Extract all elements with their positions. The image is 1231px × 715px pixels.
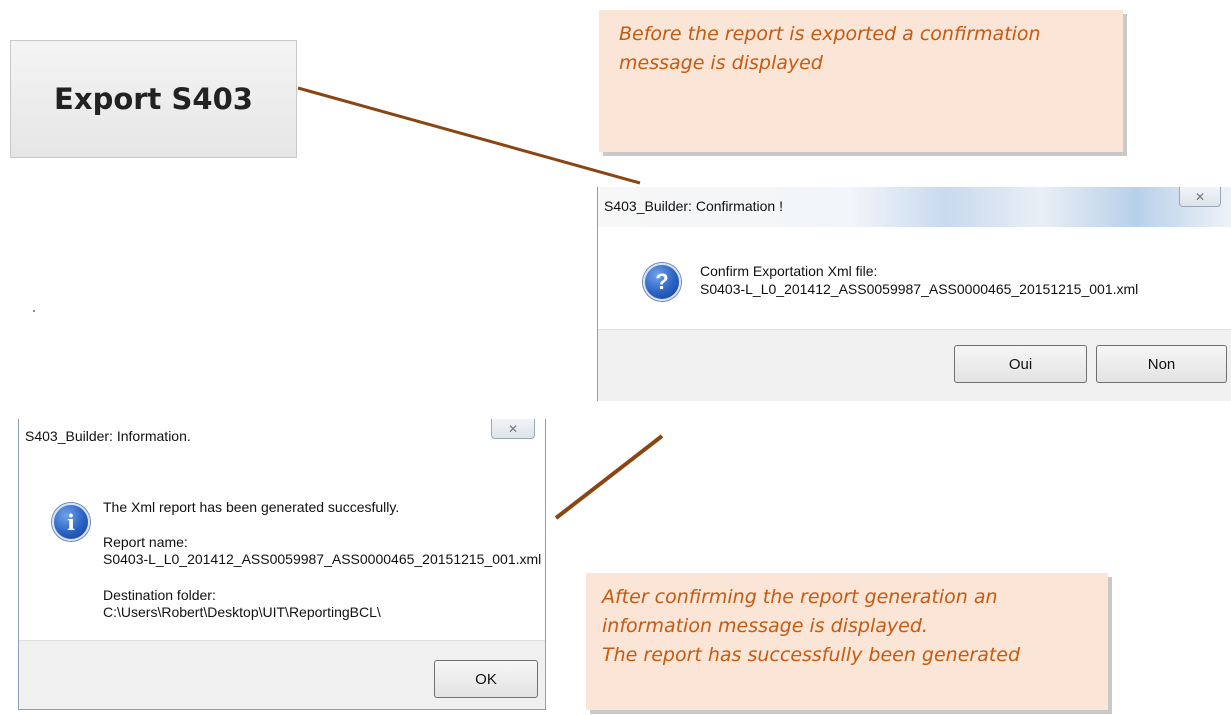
confirmation-dialog: S403_Builder: Confirmation ! ✕ ? Confirm… — [597, 187, 1231, 401]
note-bottom-line-3: The report has successfully been generat… — [602, 644, 1021, 666]
confirmation-titlebar: S403_Builder: Confirmation ! ✕ — [598, 187, 1231, 227]
information-footer: OK — [19, 640, 545, 709]
note-top-line-2: message is displayed — [619, 52, 823, 74]
stray-dot — [33, 310, 35, 312]
ok-button-label: OK — [475, 670, 497, 688]
close-icon: ✕ — [1194, 189, 1206, 204]
confirmation-close-button[interactable]: ✕ — [1179, 187, 1221, 207]
close-icon: ✕ — [507, 421, 519, 436]
question-icon: ? — [643, 263, 681, 301]
connector-confirm-to-info — [554, 434, 664, 520]
confirmation-message-line-1: Confirm Exportation Xml file: — [700, 263, 878, 279]
information-titlebar: S403_Builder: Information. ✕ — [19, 419, 545, 459]
non-button-label: Non — [1147, 355, 1176, 373]
information-icon: i — [52, 503, 90, 541]
confirmation-message-line-2: S0403-L_L0_201412_ASS0059987_ASS0000465_… — [700, 281, 1139, 297]
note-information-callout: After confirming the report generation a… — [586, 573, 1108, 710]
information-title: S403_Builder: Information. — [25, 428, 191, 444]
information-body: i The Xml report has been generated succ… — [19, 459, 545, 642]
oui-button-label: Oui — [1008, 355, 1033, 373]
export-s403-button[interactable]: Export S403 — [10, 40, 297, 158]
report-name-value: S0403-L_L0_201412_ASS0059987_ASS0000465_… — [103, 551, 542, 567]
non-button[interactable]: Non — [1096, 345, 1227, 383]
confirmation-footer: Oui Non — [598, 329, 1231, 401]
note-bottom-line-2: information message is displayed. — [602, 615, 928, 637]
connector-export-to-confirm — [297, 86, 641, 185]
ok-button[interactable]: OK — [434, 660, 538, 698]
destination-folder-value: C:\Users\Robert\Desktop\UIT\ReportingBCL… — [103, 604, 381, 620]
note-confirmation-callout: Before the report is exported a confirma… — [599, 10, 1123, 152]
note-top-line-1: Before the report is exported a confirma… — [619, 23, 1041, 45]
confirmation-title: S403_Builder: Confirmation ! — [604, 198, 783, 214]
note-bottom-line-1: After confirming the report generation a… — [602, 586, 998, 608]
oui-button[interactable]: Oui — [954, 345, 1087, 383]
export-button-label: Export S403 — [54, 82, 253, 116]
report-name-label: Report name: — [103, 534, 188, 550]
destination-folder-label: Destination folder: — [103, 587, 216, 603]
confirmation-body: ? Confirm Exportation Xml file: S0403-L_… — [598, 227, 1231, 330]
information-dialog: S403_Builder: Information. ✕ i The Xml r… — [18, 419, 546, 710]
information-close-button[interactable]: ✕ — [491, 419, 535, 439]
information-success-text: The Xml report has been generated succes… — [103, 499, 400, 515]
